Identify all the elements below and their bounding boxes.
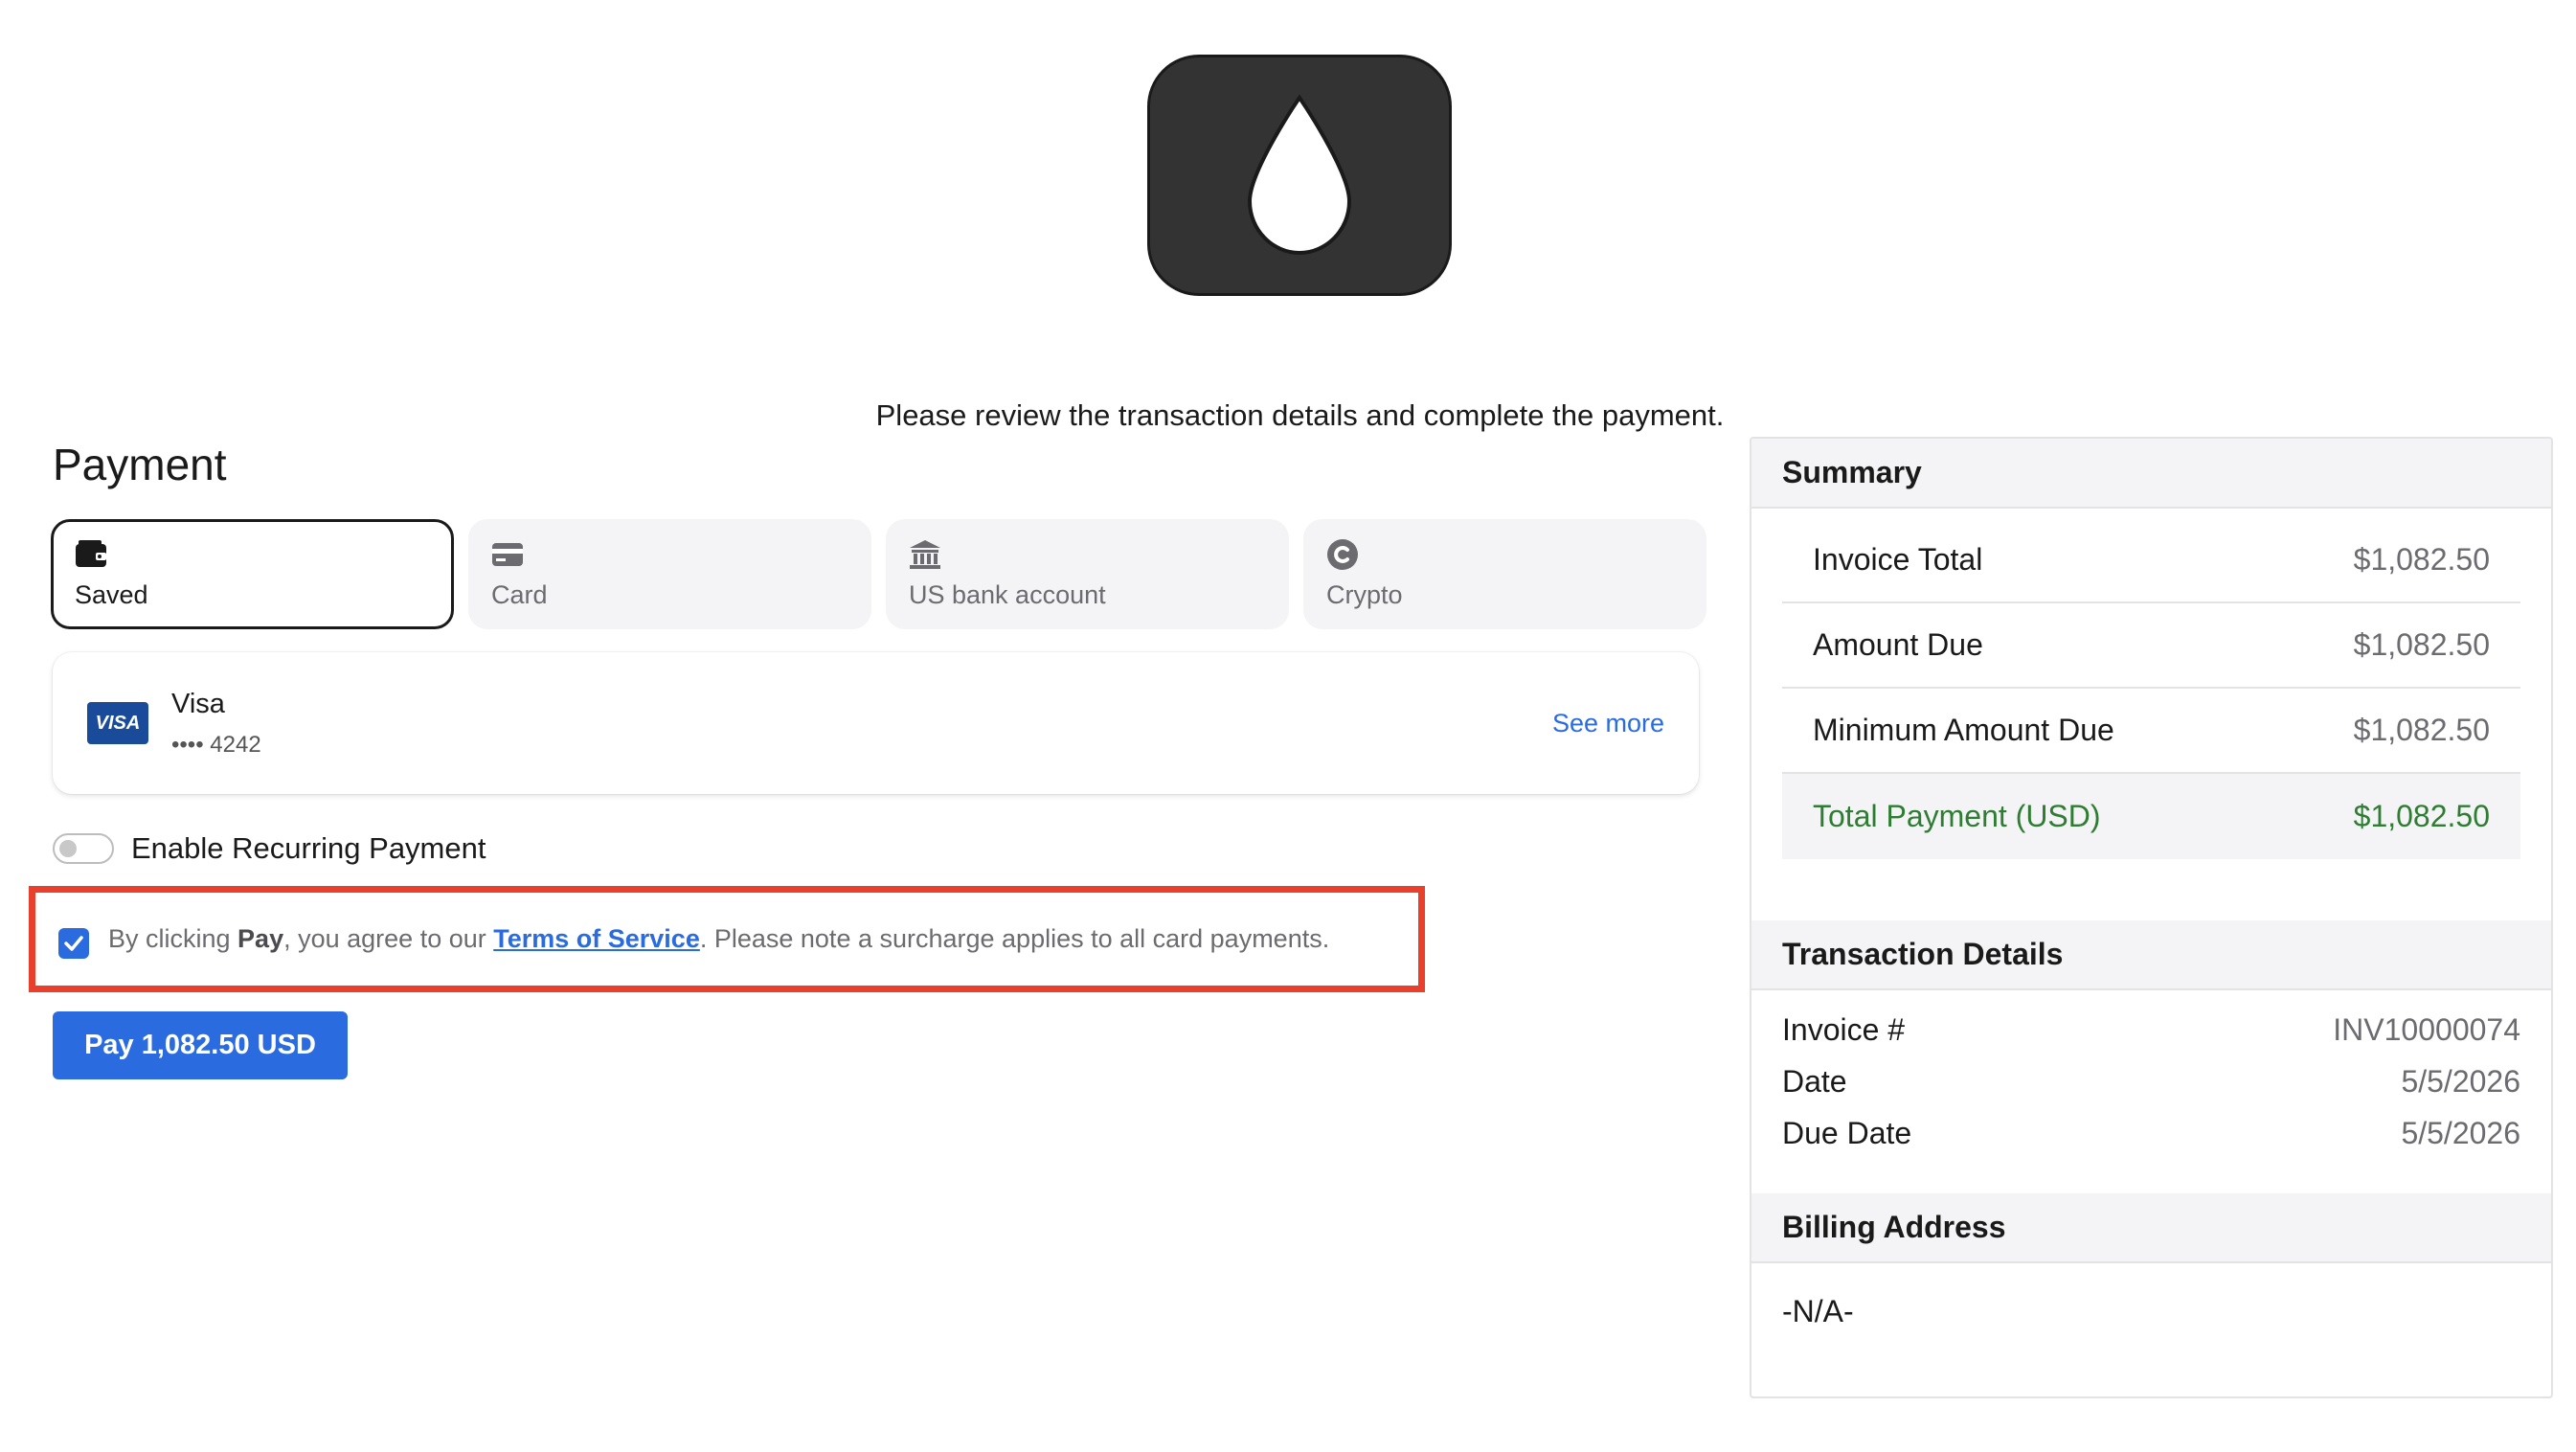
total-payment-label: Total Payment (USD) xyxy=(1813,799,2101,833)
transaction-rows: Invoice # INV10000074 Date 5/5/2026 Due … xyxy=(1751,990,2551,1159)
tab-saved[interactable]: Saved xyxy=(51,519,454,629)
tab-us-bank-account-label: US bank account xyxy=(909,580,1106,609)
intro-text: Please review the transaction details an… xyxy=(875,398,1725,432)
see-more-link[interactable]: See more xyxy=(1552,709,1664,738)
summary-title: Summary xyxy=(1751,439,2551,509)
recurring-payment-label: Enable Recurring Payment xyxy=(131,831,486,865)
tab-crypto[interactable]: Crypto xyxy=(1303,519,1706,629)
summary-row-label: Invoice Total xyxy=(1813,542,1983,577)
card-info: Visa •••• 4242 xyxy=(171,689,261,759)
recurring-payment-row: Enable Recurring Payment xyxy=(53,831,486,866)
card-brand: Visa xyxy=(171,688,225,719)
summary-row-value: $1,082.50 xyxy=(2353,627,2490,662)
summary-row-label: Amount Due xyxy=(1813,627,1983,662)
summary-row-value: $1,082.50 xyxy=(2353,542,2490,577)
summary-row: Invoice Total $1,082.50 xyxy=(1782,518,2520,603)
transaction-row-label: Date xyxy=(1782,1063,1847,1099)
transaction-row: Date 5/5/2026 xyxy=(1782,1055,2520,1107)
bank-icon xyxy=(909,538,941,571)
credit-card-icon xyxy=(491,538,524,571)
terms-of-service-link[interactable]: Terms of Service xyxy=(493,924,700,953)
summary-panel: Summary Invoice Total $1,082.50 Amount D… xyxy=(1750,437,2553,1398)
summary-rows: Invoice Total $1,082.50 Amount Due $1,08… xyxy=(1751,518,2551,859)
transaction-details-title: Transaction Details xyxy=(1751,920,2551,990)
payment-title: Payment xyxy=(53,440,227,489)
tab-card-label: Card xyxy=(491,580,548,609)
transaction-row: Invoice # INV10000074 xyxy=(1782,1004,2520,1055)
tab-crypto-label: Crypto xyxy=(1326,580,1403,609)
consent-text: By clicking Pay, you agree to our Terms … xyxy=(108,924,1330,953)
summary-row-value: $1,082.50 xyxy=(2353,713,2490,747)
transaction-row-label: Invoice # xyxy=(1782,1011,1906,1047)
transaction-row: Due Date 5/5/2026 xyxy=(1782,1107,2520,1159)
billing-address-value: -N/A- xyxy=(1782,1293,1854,1328)
transaction-row-value: INV10000074 xyxy=(2333,1011,2520,1047)
tab-us-bank-account[interactable]: US bank account xyxy=(886,519,1289,629)
wallet-icon xyxy=(75,538,107,571)
total-payment-row: Total Payment (USD) $1,082.50 xyxy=(1782,774,2520,859)
visa-logo-icon: VISA xyxy=(87,702,148,744)
recurring-payment-toggle[interactable] xyxy=(53,833,114,864)
payment-method-tabs: Saved Card US bank account Crypto xyxy=(51,519,1706,629)
tab-card[interactable]: Card xyxy=(468,519,871,629)
total-payment-value: $1,082.50 xyxy=(2353,799,2490,833)
brand-logo xyxy=(1147,55,1452,296)
transaction-row-value: 5/5/2026 xyxy=(2401,1115,2520,1150)
consent-pay-word: Pay xyxy=(237,924,284,953)
consent-checkbox[interactable] xyxy=(58,927,89,959)
summary-row: Amount Due $1,082.50 xyxy=(1782,603,2520,689)
consent-highlight: By clicking Pay, you agree to our Terms … xyxy=(29,886,1425,992)
payment-page: Please review the transaction details an… xyxy=(0,0,2576,1452)
checkmark-icon xyxy=(64,935,83,951)
summary-row-label: Minimum Amount Due xyxy=(1813,713,2114,747)
pay-button[interactable]: Pay 1,082.50 USD xyxy=(53,1011,348,1079)
transaction-row-label: Due Date xyxy=(1782,1115,1912,1150)
saved-payment-method[interactable]: VISA Visa •••• 4242 See more xyxy=(53,652,1699,794)
card-number: •••• 4242 xyxy=(171,731,261,758)
crypto-coin-icon xyxy=(1326,538,1359,571)
tab-saved-label: Saved xyxy=(75,580,148,609)
water-drop-icon xyxy=(1247,94,1352,256)
transaction-row-value: 5/5/2026 xyxy=(2401,1063,2520,1099)
billing-address-title: Billing Address xyxy=(1751,1193,2551,1263)
summary-row: Minimum Amount Due $1,082.50 xyxy=(1782,689,2520,774)
